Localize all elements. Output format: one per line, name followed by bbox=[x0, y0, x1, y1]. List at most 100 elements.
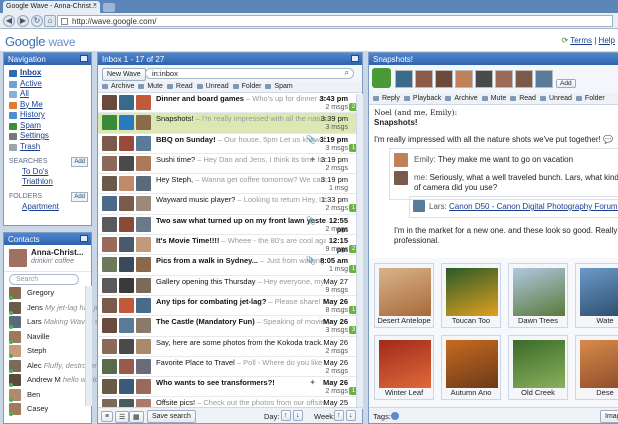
wave-row[interactable]: Who wants to see transformers?! May 26 2 m… bbox=[98, 377, 362, 398]
reply-icon[interactable]: 💬 bbox=[603, 135, 613, 144]
my-profile[interactable]: Anna-Christ... drinkin' coffee bbox=[4, 245, 91, 272]
home-icon[interactable]: ⌂ bbox=[44, 15, 56, 27]
contacts-scrollbar[interactable] bbox=[85, 286, 92, 406]
nav-item-history[interactable]: History bbox=[4, 110, 91, 121]
contact-item[interactable]: Casey bbox=[4, 402, 86, 417]
photo-tile[interactable]: Winter Leaf bbox=[374, 335, 434, 400]
wave-row[interactable]: Two saw what turned up on my front lawn … bbox=[98, 215, 362, 236]
saved-search-todo[interactable]: To Do's bbox=[4, 167, 91, 177]
participant-avatar[interactable] bbox=[435, 70, 453, 88]
spam-button[interactable]: Spam bbox=[264, 81, 295, 90]
week-down-icon[interactable]: ↓ bbox=[346, 410, 356, 421]
minimize-icon[interactable] bbox=[80, 55, 88, 62]
photo-tile[interactable]: Toucan Too bbox=[441, 263, 501, 328]
add-tag-icon[interactable] bbox=[391, 412, 399, 420]
nav-item-all[interactable]: All bbox=[4, 89, 91, 100]
day-down-icon[interactable]: ↓ bbox=[293, 410, 303, 421]
wave-row[interactable]: Snapshots! – I'm really impressed with a… bbox=[98, 113, 362, 134]
read-button[interactable]: Read bbox=[509, 93, 539, 102]
add-participant-button[interactable]: Add bbox=[556, 79, 576, 88]
week-up-icon[interactable]: ↑ bbox=[334, 410, 344, 421]
contact-item[interactable]: Steph bbox=[4, 344, 86, 359]
images-button[interactable]: Images bbox=[600, 410, 618, 423]
wave-row[interactable]: Pics from a walk in Sydney... – Just fro… bbox=[98, 255, 362, 276]
contact-item[interactable]: Naville bbox=[4, 330, 86, 345]
contact-item[interactable]: Lars Making Waves since 2007 bbox=[4, 315, 131, 330]
canon-link[interactable]: Canon D50 - Canon Digital Photography Fo… bbox=[449, 202, 618, 211]
saved-search-triathlon[interactable]: Triathlon bbox=[4, 177, 91, 187]
day-up-icon[interactable]: ↑ bbox=[281, 410, 291, 421]
new-wave-button[interactable]: New Wave bbox=[102, 68, 146, 81]
help-link[interactable]: Help bbox=[599, 36, 615, 45]
participant-avatar[interactable] bbox=[535, 70, 553, 88]
terms-link[interactable]: Terms bbox=[570, 36, 592, 45]
unread-button[interactable]: Unread bbox=[539, 93, 575, 102]
archive-button[interactable]: Archive bbox=[444, 93, 480, 102]
wave-row[interactable]: Any tips for combating jet-lag? – Please… bbox=[98, 296, 362, 317]
participant-avatar[interactable] bbox=[475, 70, 493, 88]
minimize-icon[interactable] bbox=[80, 235, 88, 242]
contact-item[interactable]: Gregory bbox=[4, 286, 86, 301]
wave-row[interactable]: Gallery opening this Thursday – Hey ever… bbox=[98, 276, 362, 296]
photo-tile[interactable]: Dese bbox=[575, 335, 618, 400]
contact-item[interactable]: Ben bbox=[4, 388, 86, 403]
photo-tile[interactable]: Old Creek bbox=[508, 335, 568, 400]
contact-item[interactable]: Andrew M hello world bbox=[4, 373, 99, 388]
mute-button[interactable]: Mute bbox=[137, 81, 166, 90]
wave-row[interactable]: Wayward music player? – Looking to retur… bbox=[98, 194, 362, 215]
nav-item-inbox[interactable]: Inbox bbox=[4, 68, 91, 79]
contact-item[interactable]: Jens My jet-lag has jet-lag bbox=[4, 301, 114, 316]
folder-apartment[interactable]: Apartment bbox=[4, 202, 91, 212]
photo-tile[interactable]: Dawn Trees bbox=[508, 263, 568, 328]
nav-item-active[interactable]: Active bbox=[4, 79, 91, 90]
read-button[interactable]: Read bbox=[166, 81, 196, 90]
list-view-icon[interactable]: ≡ bbox=[101, 411, 114, 422]
unread-button[interactable]: Unread bbox=[196, 81, 232, 90]
wave-row[interactable]: Dinner and board games – Who's up for di… bbox=[98, 93, 362, 114]
photo-tile[interactable]: Desert Antelope bbox=[374, 263, 434, 328]
browser-tab[interactable]: Google Wave - Anna-Christ... × bbox=[3, 1, 100, 13]
playback-button[interactable]: Playback bbox=[403, 93, 444, 102]
back-icon[interactable]: ◀ bbox=[3, 15, 15, 27]
participant-avatar[interactable] bbox=[415, 70, 433, 88]
contact-search-input[interactable]: Search bbox=[9, 274, 79, 285]
url-field[interactable]: http://wave.google.com/ bbox=[57, 15, 613, 27]
wave-row[interactable]: It's Movie Time!!!! – Wheee - the 80's a… bbox=[98, 235, 362, 256]
wave-row[interactable]: BBQ on Sunday! – Our house, 5pm Let us k… bbox=[98, 134, 362, 154]
nav-item-trash[interactable]: Trash bbox=[4, 142, 91, 153]
minimize-icon[interactable] bbox=[351, 55, 359, 62]
inbox-search-input[interactable]: in:inbox bbox=[145, 68, 354, 79]
participant-avatar[interactable] bbox=[495, 70, 513, 88]
search-icon[interactable]: ⌕ bbox=[345, 68, 349, 78]
wave-row[interactable]: Sushi time? – Hey Dan and Jens, I think … bbox=[98, 154, 362, 175]
participant-avatar[interactable] bbox=[455, 70, 473, 88]
nav-item-spam[interactable]: Spam bbox=[4, 121, 91, 132]
save-search-button[interactable]: Save search bbox=[147, 410, 196, 423]
folder-button[interactable]: Folder bbox=[232, 81, 265, 90]
photo-tile[interactable]: Wate bbox=[575, 263, 618, 328]
wave-row[interactable]: The Castle (Mandatory Fun) – Speaking of… bbox=[98, 316, 362, 337]
photo-tile[interactable]: Autumn Ano bbox=[441, 335, 501, 400]
inbox-scrollbar[interactable] bbox=[356, 94, 363, 409]
mute-button[interactable]: Mute bbox=[481, 93, 510, 102]
participant-avatar[interactable] bbox=[515, 70, 533, 88]
new-tab-button[interactable] bbox=[103, 3, 115, 12]
reload-icon[interactable]: ↻ bbox=[31, 15, 43, 27]
grid-view-icon[interactable]: ▦ bbox=[129, 411, 144, 423]
forward-icon[interactable]: ▶ bbox=[17, 15, 29, 27]
participant-avatar[interactable] bbox=[395, 70, 413, 88]
folder-button[interactable]: Folder bbox=[575, 93, 608, 102]
add-folder-button[interactable]: Add bbox=[71, 192, 88, 202]
add-search-button[interactable]: Add bbox=[71, 157, 88, 167]
wave-row[interactable]: Favorite Place to Travel – Poll - Where … bbox=[98, 357, 362, 378]
archive-button[interactable]: Archive bbox=[101, 81, 137, 90]
reply-button[interactable]: Reply bbox=[372, 93, 403, 102]
nav-item-byme[interactable]: By Me bbox=[4, 100, 91, 111]
wave-row[interactable]: Say, here are some photos from the Kokod… bbox=[98, 337, 362, 357]
compact-view-icon[interactable]: ☰ bbox=[115, 411, 130, 423]
contact-item[interactable]: Alec Fluffy, destroyer. bbox=[4, 359, 99, 374]
nav-item-settings[interactable]: Settings bbox=[4, 131, 91, 142]
google-wave-logo[interactable]: Google wave bbox=[5, 34, 76, 49]
close-tab-icon[interactable]: × bbox=[93, 2, 97, 9]
wave-row[interactable]: Hey Steph, – Wanna get coffee tomorrow? … bbox=[98, 174, 362, 195]
